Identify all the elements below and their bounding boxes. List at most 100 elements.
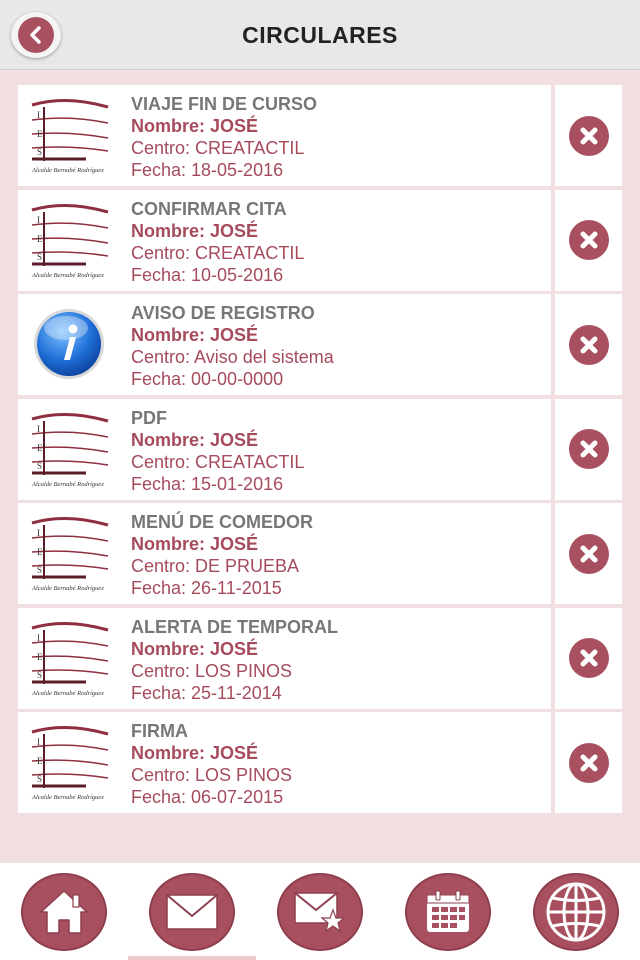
svg-text:E: E xyxy=(37,756,43,766)
page-title: CIRCULARES xyxy=(242,22,398,48)
svg-text:I: I xyxy=(37,528,40,538)
circular-card[interactable]: I E S Alcalde Bernabé Rodríguez FIRMA No… xyxy=(18,712,551,813)
svg-text:Alcalde Bernabé Rodríguez: Alcalde Bernabé Rodríguez xyxy=(31,585,104,592)
circular-card[interactable]: I E S Alcalde Bernabé Rodríguez PDF Nomb… xyxy=(18,398,551,500)
school-logo-icon: I E S Alcalde Bernabé Rodríguez xyxy=(26,615,112,700)
item-nombre: Nombre: JOSÉ xyxy=(131,220,259,241)
item-fecha: Fecha: 06-07-2015 xyxy=(131,787,284,807)
svg-text:S: S xyxy=(37,252,42,262)
delete-button[interactable] xyxy=(555,398,622,500)
item-fecha: Fecha: 18-05-2016 xyxy=(131,160,284,180)
item-nombre: Nombre: JOSÉ xyxy=(131,116,259,136)
active-tab-indicator xyxy=(128,956,256,960)
item-fecha: Fecha: 10-05-2016 xyxy=(131,264,284,285)
delete-button[interactable] xyxy=(555,607,622,709)
list-item[interactable]: I E S Alcalde Bernabé Rodríguez CONFIRMA… xyxy=(18,189,622,291)
item-fecha: Fecha: 15-01-2016 xyxy=(131,473,284,494)
list-item[interactable]: I E S Alcalde Bernabé Rodríguez MENÚ DE … xyxy=(18,503,622,604)
svg-text:I: I xyxy=(37,110,40,120)
calendar-icon xyxy=(426,890,470,932)
svg-text:Alcalde Bernabé Rodríguez: Alcalde Bernabé Rodríguez xyxy=(31,272,104,279)
svg-text:Alcalde Bernabé Rodríguez: Alcalde Bernabé Rodríguez xyxy=(31,794,104,801)
item-title: PDF xyxy=(131,407,167,428)
circular-card[interactable]: I E S Alcalde Bernabé Rodríguez ALERTA D… xyxy=(18,607,551,709)
item-fecha: Fecha: 26-11-2015 xyxy=(131,578,282,598)
svg-text:E: E xyxy=(37,652,43,662)
circular-card[interactable]: I E S Alcalde Bernabé Rodríguez MENÚ DE … xyxy=(18,503,551,604)
svg-text:I: I xyxy=(37,737,40,747)
svg-text:S: S xyxy=(37,147,42,157)
svg-text:Alcalde Bernabé Rodríguez: Alcalde Bernabé Rodríguez xyxy=(31,690,104,697)
close-icon xyxy=(568,220,609,260)
item-fecha: Fecha: 00-00-0000 xyxy=(131,369,284,389)
nav-calendar-button[interactable] xyxy=(405,873,491,951)
circulares-list: I E S Alcalde Bernabé Rodríguez VIAJE FI… xyxy=(18,85,622,817)
svg-text:I: I xyxy=(37,215,40,225)
svg-text:Alcalde Bernabé Rodríguez: Alcalde Bernabé Rodríguez xyxy=(31,167,104,174)
circular-card[interactable]: I E S Alcalde Bernabé Rodríguez VIAJE FI… xyxy=(18,85,551,186)
close-icon xyxy=(568,429,609,469)
school-logo-icon: I E S Alcalde Bernabé Rodríguez xyxy=(26,406,112,491)
item-centro: Centro: CREATACTIL xyxy=(131,138,305,158)
close-icon xyxy=(568,324,609,365)
svg-text:I: I xyxy=(37,633,40,643)
item-fecha: Fecha: 25-11-2014 xyxy=(131,682,282,703)
svg-text:E: E xyxy=(37,129,43,139)
close-icon xyxy=(568,115,609,156)
svg-text:S: S xyxy=(37,774,42,784)
item-title: CONFIRMAR CITA xyxy=(131,198,287,219)
school-logo-icon: I E S Alcalde Bernabé Rodríguez xyxy=(26,720,112,804)
list-item[interactable]: I E S Alcalde Bernabé Rodríguez ALERTA D… xyxy=(18,607,622,709)
circular-card[interactable]: I E S Alcalde Bernabé Rodríguez CONFIRMA… xyxy=(18,189,551,291)
delete-button[interactable] xyxy=(555,85,622,186)
svg-text:E: E xyxy=(37,443,43,453)
svg-text:E: E xyxy=(37,547,43,557)
svg-text:I: I xyxy=(37,424,40,434)
item-nombre: Nombre: JOSÉ xyxy=(131,638,259,659)
item-nombre: Nombre: JOSÉ xyxy=(131,429,259,450)
item-title: VIAJE FIN DE CURSO xyxy=(131,94,318,114)
delete-button[interactable] xyxy=(555,503,622,604)
item-nombre: Nombre: JOSÉ xyxy=(131,325,259,345)
svg-text:S: S xyxy=(37,461,42,471)
mail-icon xyxy=(166,894,218,930)
circular-card[interactable]: AVISO DE REGISTRO Nombre: JOSÉ Centro: A… xyxy=(18,294,551,395)
list-item[interactable]: AVISO DE REGISTRO Nombre: JOSÉ Centro: A… xyxy=(18,294,622,395)
mail-star-icon xyxy=(294,892,346,933)
school-logo-icon: I E S Alcalde Bernabé Rodríguez xyxy=(26,93,112,177)
item-centro: Centro: DE PRUEBA xyxy=(131,556,300,576)
close-icon xyxy=(568,533,609,574)
globe-icon xyxy=(546,882,606,942)
nav-mail-button[interactable] xyxy=(149,873,235,951)
info-icon xyxy=(26,302,112,386)
svg-text:S: S xyxy=(37,670,42,680)
school-logo-icon: I E S Alcalde Bernabé Rodríguez xyxy=(26,511,112,595)
item-centro: Centro: LOS PINOS xyxy=(131,765,293,785)
item-title: FIRMA xyxy=(131,721,188,741)
close-icon xyxy=(568,638,609,678)
item-title: ALERTA DE TEMPORAL xyxy=(131,616,338,637)
svg-text:S: S xyxy=(37,565,42,575)
list-item[interactable]: I E S Alcalde Bernabé Rodríguez PDF Nomb… xyxy=(18,398,622,500)
nav-home-button[interactable] xyxy=(21,873,107,951)
nav-mail-star-button[interactable] xyxy=(277,873,363,951)
delete-button[interactable] xyxy=(555,189,622,291)
school-logo-icon: I E S Alcalde Bernabé Rodríguez xyxy=(26,197,112,282)
item-title: AVISO DE REGISTRO xyxy=(131,303,315,323)
item-centro: Centro: LOS PINOS xyxy=(131,660,293,681)
nav-web-button[interactable] xyxy=(533,873,619,951)
delete-button[interactable] xyxy=(555,294,622,395)
bottom-nav xyxy=(0,863,640,960)
item-title: MENÚ DE COMEDOR xyxy=(131,512,314,532)
svg-text:E: E xyxy=(37,234,43,244)
home-icon xyxy=(40,890,88,934)
item-centro: Centro: CREATACTIL xyxy=(131,451,305,472)
header-bar: CIRCULARES xyxy=(0,0,640,70)
close-icon xyxy=(568,742,609,783)
item-centro: Centro: CREATACTIL xyxy=(131,242,305,263)
list-item[interactable]: I E S Alcalde Bernabé Rodríguez FIRMA No… xyxy=(18,712,622,813)
item-nombre: Nombre: JOSÉ xyxy=(131,534,259,554)
list-item[interactable]: I E S Alcalde Bernabé Rodríguez VIAJE FI… xyxy=(18,85,622,186)
delete-button[interactable] xyxy=(555,712,622,813)
svg-text:Alcalde Bernabé Rodríguez: Alcalde Bernabé Rodríguez xyxy=(31,481,104,488)
